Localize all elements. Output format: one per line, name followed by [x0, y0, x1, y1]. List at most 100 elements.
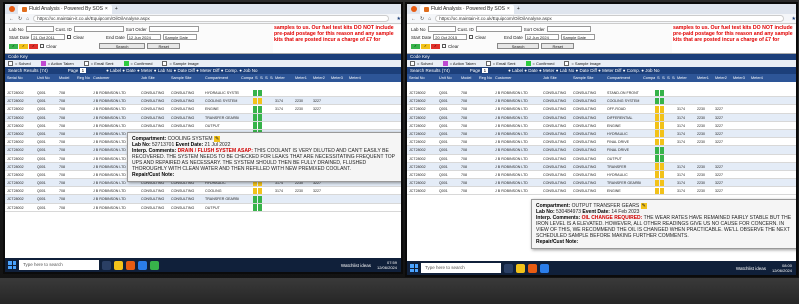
table-row[interactable]: JCT28002 Q001 708 J B ROBINSON LTD CONSULTIN… [5, 105, 401, 114]
windows-start-icon[interactable] [8, 261, 16, 269]
edit-icon[interactable]: ✎ [640, 203, 647, 209]
column-header[interactable]: Meter [675, 74, 695, 82]
app-icon[interactable] [150, 260, 159, 270]
column-header[interactable]: Meter [273, 74, 293, 82]
clock[interactable]: 07:59 12/06/2024 [377, 260, 397, 270]
filter-chip-green[interactable]: ✓ [411, 43, 420, 49]
sort-order-select[interactable] [546, 26, 591, 32]
filter-chip-green[interactable]: ✓ [9, 43, 18, 49]
table-row[interactable]: JCT28002 Q001 708 J B ROBINSON LTD CONSULTIN… [5, 121, 401, 130]
browser-tab[interactable]: Fluid Analysis · Powered By SOS × [18, 4, 112, 14]
browser-taskbar-icon[interactable] [126, 260, 135, 270]
table-row[interactable]: JCT28002 Q001 708 J B ROBINSON LTD CONSULTIN… [407, 138, 796, 147]
url-field[interactable]: https://oc.maintain-it.co.uk/Equipcom/Oi… [33, 15, 389, 22]
home-icon[interactable]: ⌂ [26, 16, 29, 22]
table-row[interactable]: JCT28002 Q001 708 J B ROBINSON LTD CONSULTIN… [407, 179, 796, 188]
cust-id-input[interactable] [73, 26, 124, 32]
table-row[interactable]: JCT28002 Q001 708 J B ROBINSON LTD CONSULTIN… [407, 105, 796, 114]
table-row[interactable]: JCT28002 Q001 708 J B ROBINSON LTD CONSULTIN… [407, 154, 796, 163]
browser-tab[interactable]: Fluid Analysis · Powered By SOS × [420, 4, 514, 14]
column-header[interactable]: Customer [493, 74, 541, 82]
taskbar-search[interactable]: Type here to search [19, 260, 99, 270]
table-row[interactable]: JCT28002 Q001 708 J B ROBINSON LTD CONSULTIN… [407, 121, 796, 130]
column-header[interactable]: Customer [91, 74, 139, 82]
table-row[interactable]: JCT28002 Q001 708 J B ROBINSON LTD CONSULTIN… [5, 89, 401, 98]
back-icon[interactable]: ← [9, 16, 14, 22]
sort-select[interactable]: Sample Date [560, 34, 595, 40]
column-header[interactable]: Meter1 [293, 74, 311, 82]
start-date-input[interactable]: 21 Oct 2011 [31, 34, 66, 40]
table-row[interactable]: JCT28002 Q001 708 J B ROBINSON LTD CONSULTIN… [5, 203, 401, 212]
file-explorer-icon[interactable] [516, 263, 525, 273]
table-row[interactable]: JCT28002 Q001 708 J B ROBINSON LTD CONSULTIN… [407, 170, 796, 180]
column-header[interactable]: Serial No [5, 74, 35, 82]
end-date-input[interactable]: 12 Jun 2024 [126, 34, 161, 40]
table-row[interactable]: JCT28002 Q001 708 J B ROBINSON LTD CONSULTIN… [5, 97, 401, 106]
column-header[interactable]: Job Site [541, 74, 571, 82]
table-row[interactable]: JCT28002 Q001 708 J B ROBINSON LTD CONSULTIN… [407, 129, 796, 139]
lab-no-input[interactable] [427, 26, 456, 32]
column-header[interactable]: Model [57, 74, 75, 82]
column-header[interactable]: Compartment [605, 74, 641, 82]
table-row[interactable]: JCT28002 Q001 708 J B ROBINSON LTD CONSULTIN… [5, 195, 401, 204]
url-field[interactable]: https://oc.maintain-it.co.uk/Equipcom/Oi… [435, 15, 784, 22]
column-header[interactable]: Compartment [203, 74, 239, 82]
task-view-icon[interactable] [504, 263, 513, 273]
clear-checkbox-2[interactable] [40, 44, 44, 48]
refresh-icon[interactable]: ↻ [420, 16, 424, 22]
filter-chip-red[interactable]: ✓ [29, 43, 38, 49]
watchlist-widget[interactable]: Watchlist ideas [341, 263, 371, 268]
refresh-icon[interactable]: ↻ [18, 16, 22, 22]
table-row[interactable]: JCT28002 Q001 708 J B ROBINSON LTD CONSULTIN… [407, 162, 796, 171]
task-view-icon[interactable] [102, 260, 111, 270]
search-button[interactable]: Search [496, 43, 540, 49]
table-row[interactable]: JCT28002 Q001 708 J B ROBINSON LTD CONSULTIN… [407, 89, 796, 98]
back-icon[interactable]: ← [411, 16, 416, 22]
table-row[interactable]: JCT28002 Q001 708 J B ROBINSON LTD CONSULTIN… [407, 187, 796, 196]
filter-chip-red[interactable]: ✓ [431, 43, 440, 49]
close-icon[interactable]: × [507, 5, 510, 14]
clear-checkbox[interactable] [469, 35, 474, 39]
table-row[interactable]: JCT28002 Q001 708 J B ROBINSON LTD CONSULTIN… [407, 113, 796, 122]
clear-checkbox[interactable] [67, 35, 72, 39]
column-header[interactable]: Reg No [477, 74, 493, 82]
search-button[interactable]: Search [98, 43, 146, 49]
page-number[interactable]: 1 [481, 68, 489, 73]
new-tab-icon[interactable]: + [517, 6, 520, 12]
start-date-input[interactable]: 20 Oct 2015 [433, 34, 468, 40]
star-icon[interactable]: ★ [397, 16, 401, 22]
column-header[interactable]: Sample Site [571, 74, 605, 82]
clock[interactable]: 08:00 12/06/2024 [772, 263, 792, 273]
end-date-input[interactable]: 12 Jun 2024 [524, 34, 559, 40]
mail-icon[interactable] [540, 263, 549, 273]
filter-chip-amber[interactable]: ✓ [19, 43, 28, 49]
table-row[interactable]: JCT28002 Q001 708 J B ROBINSON LTD CONSULTIN… [407, 97, 796, 106]
column-header[interactable]: Meter4 [749, 74, 767, 82]
column-header[interactable]: Meter2 [713, 74, 731, 82]
column-header[interactable]: Reg No [75, 74, 91, 82]
clear-checkbox-2[interactable] [442, 44, 446, 48]
column-header[interactable]: Meter4 [347, 74, 365, 82]
column-header[interactable]: Compart. ID [239, 74, 253, 82]
browser-taskbar-icon[interactable] [528, 263, 537, 273]
column-header[interactable]: Meter2 [311, 74, 329, 82]
windows-start-icon[interactable] [410, 264, 418, 272]
column-header[interactable]: Job Site [139, 74, 169, 82]
column-header[interactable]: Unit No [437, 74, 459, 82]
table-row[interactable]: JCT28002 Q001 708 J B ROBINSON LTD CONSULTIN… [407, 146, 796, 155]
home-icon[interactable]: ⌂ [428, 16, 431, 22]
table-row[interactable]: JCT28002 Q001 708 J B ROBINSON LTD CONSULTIN… [5, 113, 401, 122]
reset-button[interactable]: Reset [147, 43, 180, 49]
cust-id-input[interactable] [475, 26, 522, 32]
taskbar-search[interactable]: Type here to search [421, 263, 501, 273]
column-header[interactable]: Model [459, 74, 477, 82]
mail-icon[interactable] [138, 260, 147, 270]
column-header[interactable]: Serial No [407, 74, 437, 82]
reset-button[interactable]: Reset [541, 43, 574, 49]
watchlist-widget[interactable]: Watchlist ideas [736, 266, 766, 271]
star-icon[interactable]: ★ [792, 16, 796, 22]
table-row[interactable]: JCT28002 Q001 708 J B ROBINSON LTD CONSULTIN… [5, 187, 401, 196]
sort-order-select[interactable] [148, 26, 199, 32]
new-tab-icon[interactable]: + [115, 6, 118, 12]
column-header[interactable]: Meter1 [695, 74, 713, 82]
